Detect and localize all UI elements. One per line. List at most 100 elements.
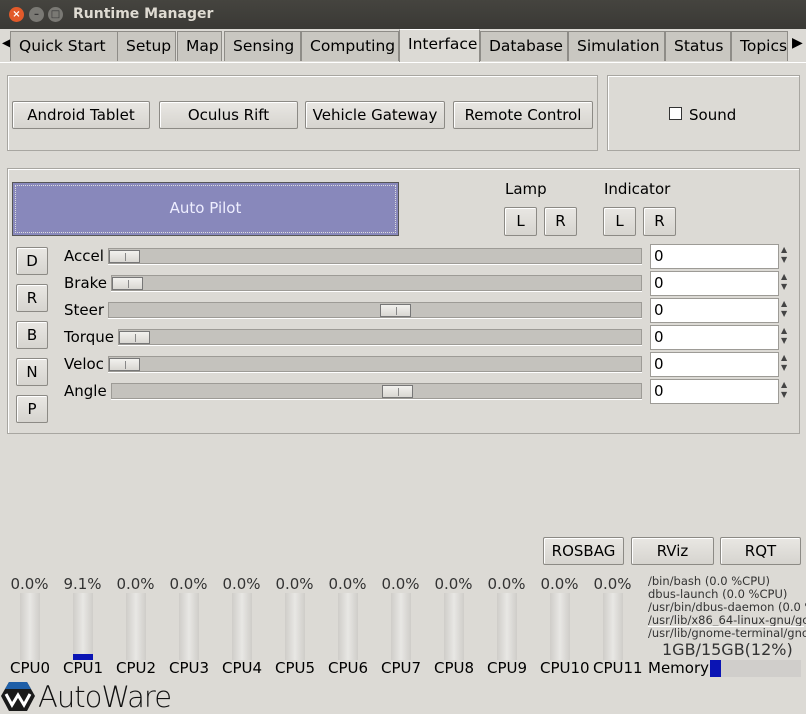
torque-spin-arrows-icon[interactable]: ▲ ▼ [781, 326, 787, 346]
rqt-button[interactable]: RQT [720, 537, 801, 565]
cpu11-percent: 0.0% [593, 575, 632, 593]
steer-slider[interactable] [108, 302, 642, 318]
steer-slider-thumb[interactable] [379, 304, 411, 317]
tab-simulation[interactable]: Simulation [568, 31, 665, 61]
tab-topics[interactable]: Topics [731, 31, 788, 61]
lamp-right-button[interactable]: R [544, 207, 577, 236]
brake-row: Brake [64, 273, 642, 293]
cpu10-bar [550, 593, 570, 660]
angle-value-input[interactable]: 0 [650, 379, 779, 404]
cpu1-label: CPU1 [63, 659, 104, 677]
cpu10-percent: 0.0% [540, 575, 579, 593]
window-title: Runtime Manager [73, 6, 214, 22]
veloc-slider[interactable] [107, 356, 642, 372]
memory-usage-text: 1GB/15GB(12%) [662, 640, 793, 659]
android-tablet-button[interactable]: Android Tablet [12, 101, 150, 129]
tab-interface[interactable]: Interface [399, 29, 480, 63]
auto-pilot-button[interactable]: Auto Pilot [12, 182, 399, 236]
cpu5-percent: 0.0% [275, 575, 314, 593]
steer-spin-arrows-icon[interactable]: ▲ ▼ [781, 299, 787, 319]
cpu7-bar [391, 593, 411, 660]
indicator-left-button[interactable]: L [603, 207, 636, 236]
torque-label: Torque [64, 328, 114, 346]
cpu3-label: CPU3 [169, 659, 210, 677]
accel-label: Accel [64, 247, 104, 265]
cpu10-label: CPU10 [540, 659, 590, 677]
accel-slider-thumb[interactable] [108, 250, 140, 263]
sound-checkbox[interactable] [669, 107, 682, 120]
lamp-left-button[interactable]: L [504, 207, 537, 236]
brake-slider[interactable] [111, 275, 642, 291]
cpu8-bar [444, 593, 464, 660]
cpu5-bar [285, 593, 305, 660]
torque-slider-thumb[interactable] [118, 331, 150, 344]
tab-bar: ◀ Quick Start Setup Map Sensing Computing Int… [0, 29, 806, 63]
cpu5-label: CPU5 [275, 659, 316, 677]
tab-status[interactable]: Status [665, 31, 731, 61]
vehicle-gateway-button[interactable]: Vehicle Gateway [305, 101, 445, 129]
tab-computing[interactable]: Computing [301, 31, 399, 61]
gear-p-button[interactable]: P [16, 395, 48, 423]
tab-setup[interactable]: Setup [117, 31, 176, 61]
rosbag-button[interactable]: ROSBAG [543, 537, 624, 565]
indicator-right-button[interactable]: R [643, 207, 676, 236]
cpu6-percent: 0.0% [328, 575, 367, 593]
gear-n-button[interactable]: N [16, 358, 48, 386]
minimize-icon[interactable]: – [29, 7, 44, 22]
cpu8-percent: 0.0% [434, 575, 473, 593]
cpu11-label: CPU11 [593, 659, 643, 677]
cpu4-bar [232, 593, 252, 660]
veloc-label: Veloc [64, 355, 104, 373]
divider [648, 626, 804, 627]
gear-d-button[interactable]: D [16, 247, 48, 275]
tab-quick-start[interactable]: Quick Start [10, 31, 118, 61]
title-bar: × – □ Runtime Manager [0, 0, 806, 29]
angle-spin-arrows-icon[interactable]: ▲ ▼ [781, 380, 787, 400]
oculus-rift-button[interactable]: Oculus Rift [159, 101, 298, 129]
veloc-row: Veloc [64, 354, 642, 374]
veloc-slider-thumb[interactable] [108, 358, 140, 371]
cpu6-label: CPU6 [328, 659, 369, 677]
cpu6-bar [338, 593, 358, 660]
tab-sensing[interactable]: Sensing [224, 31, 301, 61]
brake-value-input[interactable]: 0 [650, 271, 779, 296]
angle-slider[interactable] [110, 383, 642, 399]
angle-slider-thumb[interactable] [382, 385, 414, 398]
tab-database[interactable]: Database [480, 31, 568, 61]
cpu3-percent: 0.0% [169, 575, 208, 593]
lamp-label: Lamp [505, 180, 547, 198]
cpu2-percent: 0.0% [116, 575, 155, 593]
accel-slider[interactable] [107, 248, 642, 264]
remote-control-button[interactable]: Remote Control [453, 101, 593, 129]
accel-value-input[interactable]: 0 [650, 244, 779, 269]
cpu0-percent: 0.0% [10, 575, 49, 593]
torque-value-input[interactable]: 0 [650, 325, 779, 350]
steer-row: Steer [64, 300, 642, 320]
maximize-icon[interactable]: □ [48, 7, 63, 22]
cpu9-label: CPU9 [487, 659, 528, 677]
process-item: /usr/bin/dbus-daemon (0.0 %CPU) [648, 600, 806, 614]
gear-b-button[interactable]: B [16, 321, 48, 349]
sound-group: Sound [607, 75, 800, 151]
steer-value-input[interactable]: 0 [650, 298, 779, 323]
angle-label: Angle [64, 382, 107, 400]
veloc-value-input[interactable]: 0 [650, 352, 779, 377]
close-icon[interactable]: × [9, 7, 24, 22]
process-item: /usr/lib/x86_64-linux-gnu/gconf [648, 613, 806, 627]
memory-label: Memory [648, 659, 710, 677]
accel-row: Accel [64, 246, 642, 266]
memory-bar-fill [710, 660, 721, 677]
steer-label: Steer [64, 301, 105, 319]
veloc-spin-arrows-icon[interactable]: ▲ ▼ [781, 353, 787, 373]
gear-r-button[interactable]: R [16, 284, 48, 312]
brake-spin-arrows-icon[interactable]: ▲ ▼ [781, 272, 787, 292]
memory-bar [710, 660, 801, 677]
brake-slider-thumb[interactable] [112, 277, 144, 290]
scroll-right-icon[interactable]: ▶ [792, 35, 803, 51]
tab-map[interactable]: Map [177, 31, 222, 61]
accel-spin-arrows-icon[interactable]: ▲ ▼ [781, 245, 787, 265]
torque-slider[interactable] [117, 329, 642, 345]
cpu0-bar [20, 593, 40, 660]
cpu1-percent: 9.1% [63, 575, 102, 593]
rviz-button[interactable]: RViz [631, 537, 714, 565]
